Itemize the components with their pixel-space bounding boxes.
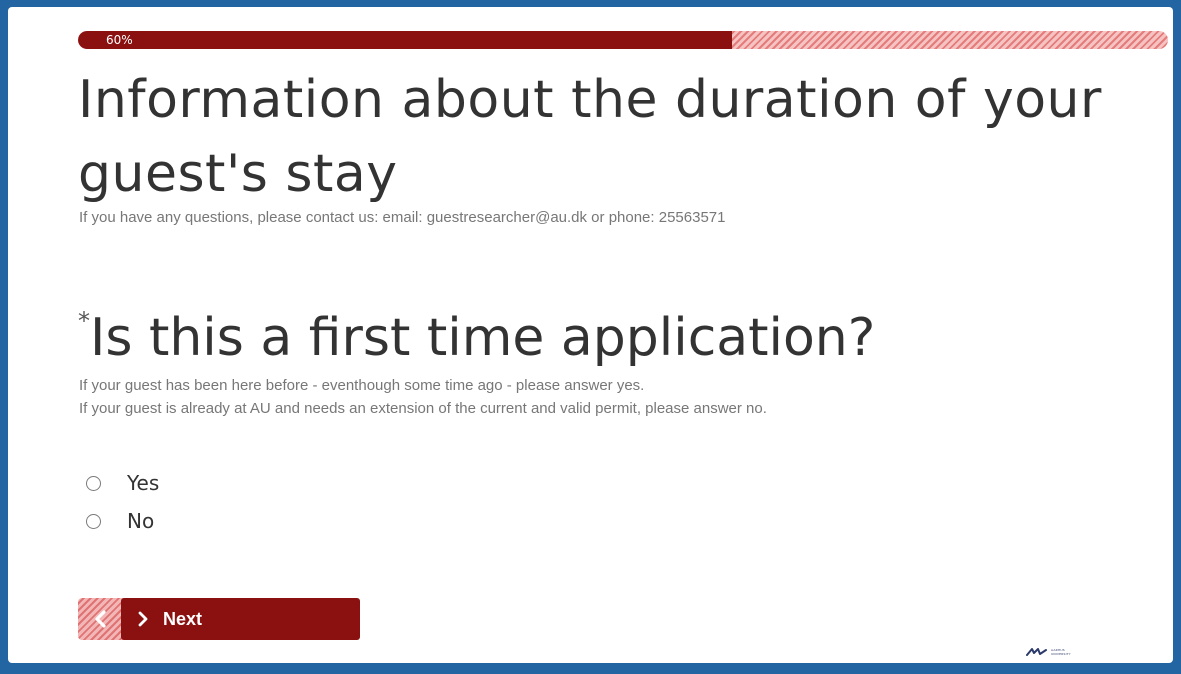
option-label-yes: Yes	[127, 471, 160, 495]
back-button[interactable]	[78, 598, 124, 640]
answer-options: Yes No	[86, 464, 159, 540]
contact-info: If you have any questions, please contac…	[79, 209, 726, 226]
radio-button-yes[interactable]	[86, 475, 101, 491]
option-no[interactable]: No	[86, 502, 159, 540]
au-logo-icon	[1026, 648, 1047, 656]
help-line-2: If your guest is already at AU and needs…	[79, 400, 767, 417]
radio-button-no[interactable]	[86, 513, 101, 529]
option-yes[interactable]: Yes	[86, 464, 159, 502]
required-marker-icon: *	[78, 307, 90, 335]
survey-panel: 60% Information about the duration of yo…	[8, 7, 1173, 663]
question-text: Is this a first time application?	[90, 308, 876, 368]
logo-line-2: UNIVERSITY	[1051, 652, 1071, 656]
next-button-label: Next	[163, 608, 203, 629]
au-logo: AARHUS UNIVERSITY	[1026, 647, 1071, 657]
next-button[interactable]: Next	[121, 598, 360, 640]
chevron-right-icon	[138, 611, 148, 627]
logo-wordmark: AARHUS UNIVERSITY	[1051, 648, 1071, 656]
progress-bar-fill	[78, 31, 732, 49]
progress-label: 60%	[106, 33, 133, 47]
progress-bar: 60%	[78, 31, 1168, 49]
page-title: Information about the duration of your g…	[78, 70, 1102, 204]
question-title: *Is this a first time application?	[78, 303, 875, 373]
question-help-text: If your guest has been here before - eve…	[79, 374, 767, 420]
option-label-no: No	[127, 509, 155, 533]
chevron-left-icon	[95, 610, 106, 628]
help-line-1: If your guest has been here before - eve…	[79, 377, 645, 394]
